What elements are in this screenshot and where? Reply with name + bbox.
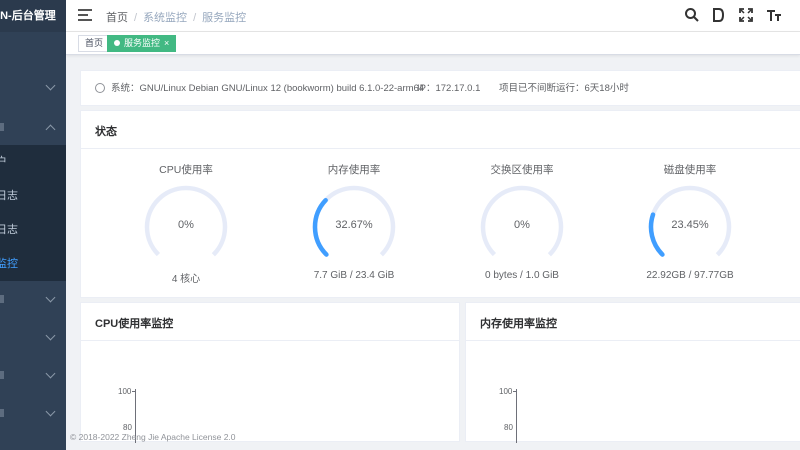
brand-text: IIN-后台管理	[0, 10, 56, 22]
system-info-card: 系统：GNU/Linux Debian GNU/Linux 12 (bookwo…	[80, 70, 800, 106]
sidebar-subitem-label: 监控	[0, 258, 18, 270]
cpu-monitor-card: CPU使用率监控 100 80	[80, 302, 460, 443]
memory-monitor-title: 内存使用率监控	[480, 318, 557, 330]
sidebar-subitem-log-1[interactable]: 日志	[0, 179, 66, 213]
chevron-down-icon	[45, 330, 56, 341]
gear-icon	[95, 83, 105, 93]
gauge-footer: 0 bytes / 1.0 GiB	[485, 270, 559, 281]
chevron-down-icon	[45, 80, 56, 91]
close-icon[interactable]: ×	[164, 38, 169, 48]
breadcrumb-system-monitor: 系统监控	[143, 12, 188, 24]
sidebar-menu-5[interactable]	[0, 358, 66, 392]
gauge-title: 交换区使用率	[490, 164, 554, 176]
mem-y-tick-100: 100	[499, 387, 513, 396]
cpu-monitor-title: CPU使用率监控	[95, 318, 174, 330]
footer-copyright: © 2018-2022 Zheng Jie Apache License 2.0	[70, 432, 236, 442]
uptime-text: 项目已不间断运行：6天18小时	[499, 83, 629, 94]
menu-icon	[0, 371, 4, 379]
chevron-down-icon	[45, 292, 56, 303]
gauge-1: 内存使用率 32.67% 7.7 GiB / 23.4 GiB	[279, 159, 429, 289]
gauge-title: 磁盘使用率	[663, 164, 717, 176]
gauge-2: 交换区使用率 0% 0 bytes / 1.0 GiB	[447, 159, 597, 289]
chevron-down-icon	[45, 406, 56, 417]
hamburger-icon[interactable]	[78, 9, 92, 21]
gauge-0: CPU使用率 0% 4 核心	[111, 159, 261, 289]
gauge-footer: 4 核心	[171, 274, 201, 285]
top-navbar: 首页 / 系统监控 / 服务监控	[66, 0, 800, 32]
gauge-percent: 0%	[514, 219, 530, 231]
sidebar-subitem-label: 日志	[0, 224, 18, 236]
search-icon[interactable]	[684, 7, 700, 23]
gauge-percent: 23.45%	[671, 219, 709, 231]
sidebar-menu-system-monitor[interactable]	[0, 110, 66, 144]
sidebar-menu-3[interactable]	[0, 282, 66, 316]
sidebar-menu-4[interactable]	[0, 320, 66, 354]
sidebar-subitem-online-user[interactable]: 户	[0, 145, 66, 179]
tags-view: 首页 服务监控 ×	[66, 32, 800, 55]
mem-y-axis	[516, 389, 517, 443]
cpu-y-tick-80: 80	[123, 423, 132, 432]
mem-y-tick-80: 80	[504, 423, 513, 432]
sidebar-menu-1[interactable]	[0, 70, 66, 104]
status-card-header: 状态	[81, 111, 800, 149]
document-icon[interactable]	[710, 7, 726, 23]
sidebar-subitem-label: 日志	[0, 190, 18, 202]
menu-icon	[0, 295, 4, 303]
chevron-up-icon	[45, 124, 56, 135]
tag-home-label: 首页	[85, 38, 104, 48]
sidebar: IIN-后台管理 户 日志 日志 监控	[0, 0, 66, 450]
cpu-monitor-header: CPU使用率监控	[81, 303, 459, 341]
gauge-percent: 32.67%	[335, 219, 373, 231]
font-size-icon[interactable]	[766, 7, 782, 23]
brand-title: IIN-后台管理	[0, 0, 66, 32]
fullscreen-icon[interactable]	[738, 7, 754, 23]
cpu-y-tick-100: 100	[118, 387, 132, 396]
breadcrumb-server-monitor: 服务监控	[202, 12, 247, 24]
gauge-footer: 7.7 GiB / 23.4 GiB	[313, 270, 395, 281]
breadcrumb: 首页 / 系统监控 / 服务监控	[106, 12, 247, 24]
menu-icon	[0, 123, 4, 131]
gauge-title: CPU使用率	[159, 164, 213, 176]
gauge-title: 内存使用率	[327, 164, 381, 176]
active-dot-icon	[114, 40, 120, 46]
status-card: 状态 CPU使用率 0% 4 核心 内存使用率 32.67% 7.7 GiB / 23.4…	[80, 110, 800, 298]
chevron-down-icon	[45, 368, 56, 379]
sidebar-subitem-label: 户	[0, 156, 7, 168]
gauge-footer: 22.92GB / 97.77GB	[646, 270, 734, 281]
tag-server-monitor[interactable]: 服务监控 ×	[107, 35, 177, 52]
status-card-title: 状态	[95, 126, 117, 138]
breadcrumb-home[interactable]: 首页	[106, 12, 128, 24]
sidebar-subitem-log-2[interactable]: 日志	[0, 213, 66, 247]
menu-icon	[0, 409, 4, 417]
tag-active-label: 服务监控	[124, 38, 161, 48]
sidebar-subitem-server-monitor[interactable]: 监控	[0, 247, 66, 281]
memory-monitor-card: 内存使用率监控 100 80	[465, 302, 800, 443]
gauge-percent: 0%	[178, 219, 194, 231]
memory-monitor-header: 内存使用率监控	[466, 303, 800, 341]
system-info-text: 系统：GNU/Linux Debian GNU/Linux 12 (bookwo…	[111, 83, 425, 94]
sidebar-menu-6[interactable]	[0, 396, 66, 430]
tag-home[interactable]: 首页	[78, 35, 111, 52]
ip-info-text: IP：172.17.0.1	[417, 83, 481, 94]
gauge-3: 磁盘使用率 23.45% 22.92GB / 97.77GB	[615, 159, 765, 289]
